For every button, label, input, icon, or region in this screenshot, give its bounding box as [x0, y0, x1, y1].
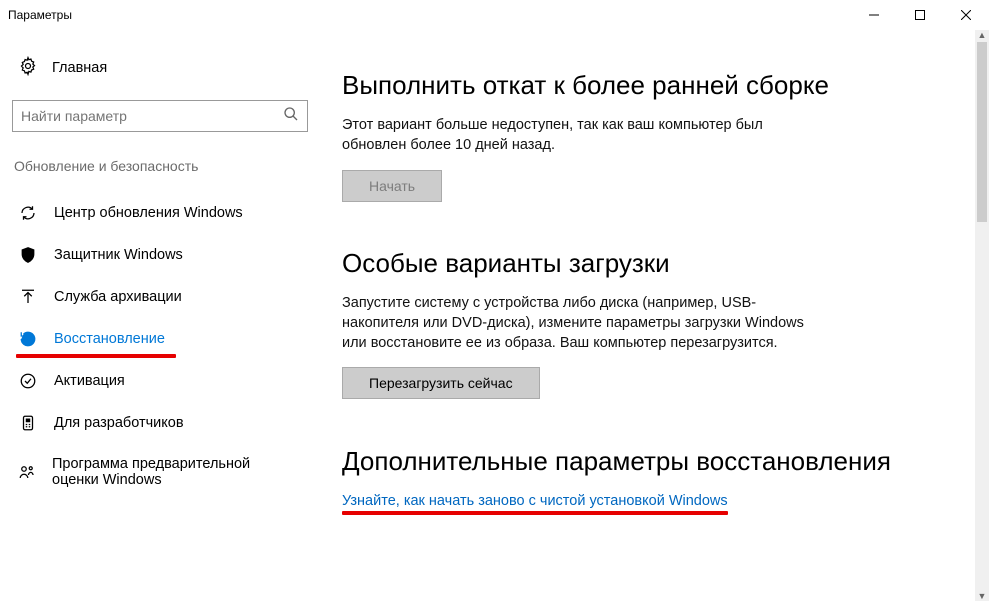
more-recovery-section: Дополнительные параметры восстановления …	[342, 445, 929, 510]
highlight-underline	[16, 354, 176, 358]
maximize-button[interactable]	[897, 0, 943, 30]
home-nav[interactable]: Главная	[12, 50, 306, 86]
refresh-icon	[18, 204, 38, 222]
sidebar-item-backup[interactable]: Служба архивации	[12, 276, 306, 318]
sidebar-item-label: Для разработчиков	[54, 415, 184, 431]
sidebar-item-insider[interactable]: Программа предварительной оценки Windows	[12, 444, 306, 500]
search-icon	[283, 106, 299, 127]
close-button[interactable]	[943, 0, 989, 30]
sidebar-item-label: Центр обновления Windows	[54, 205, 243, 221]
fresh-install-link[interactable]: Узнайте, как начать заново с чистой уста…	[342, 493, 728, 509]
sidebar-item-label: Защитник Windows	[54, 247, 183, 263]
shield-icon	[18, 246, 38, 264]
scroll-up-arrow[interactable]: ▲	[977, 30, 987, 40]
restart-now-button[interactable]: Перезагрузить сейчас	[342, 367, 540, 399]
section-desc: Запустите систему с устройства либо диск…	[342, 293, 822, 354]
advanced-startup-section: Особые варианты загрузки Запустите систе…	[342, 248, 929, 400]
window-titlebar: Параметры	[0, 0, 989, 30]
start-rollback-button: Начать	[342, 170, 442, 202]
backup-icon	[18, 288, 38, 306]
left-panel: Главная Обновление и безопасность Центр …	[0, 30, 318, 601]
home-label: Главная	[52, 60, 107, 76]
sidebar-item-label: Восстановление	[54, 331, 165, 347]
content-area: Главная Обновление и безопасность Центр …	[0, 30, 989, 601]
sidebar-item-recovery[interactable]: Восстановление	[12, 318, 306, 360]
history-icon	[18, 330, 38, 348]
section-desc: Этот вариант больше недоступен, так как …	[342, 115, 822, 156]
check-circle-icon	[18, 372, 38, 390]
sidebar-item-defender[interactable]: Защитник Windows	[12, 234, 306, 276]
main-panel: Выполнить откат к более ранней сборке Эт…	[318, 30, 989, 601]
search-input[interactable]	[21, 108, 283, 124]
sidebar-item-label: Активация	[54, 373, 125, 389]
section-title: Особые варианты загрузки	[342, 248, 929, 279]
scroll-thumb[interactable]	[977, 42, 987, 222]
sidebar-item-label: Служба архивации	[54, 289, 182, 305]
insider-icon	[18, 463, 36, 481]
section-title: Выполнить откат к более ранней сборке	[342, 70, 929, 101]
sidebar-item-activation[interactable]: Активация	[12, 360, 306, 402]
minimize-button[interactable]	[851, 0, 897, 30]
highlight-underline	[342, 511, 728, 515]
sidebar-item-update[interactable]: Центр обновления Windows	[12, 192, 306, 234]
gear-icon	[18, 56, 38, 80]
window-title: Параметры	[8, 8, 851, 22]
sidebar-item-developers[interactable]: Для разработчиков	[12, 402, 306, 444]
window-controls	[851, 0, 989, 30]
search-box[interactable]	[12, 100, 308, 132]
vertical-scrollbar[interactable]: ▲ ▼	[975, 30, 989, 601]
sidebar-item-label: Программа предварительной оценки Windows	[52, 456, 300, 488]
rollback-section: Выполнить откат к более ранней сборке Эт…	[342, 70, 929, 202]
dev-icon	[18, 414, 38, 432]
sidebar-nav: Центр обновления Windows Защитник Window…	[12, 192, 306, 500]
section-title: Дополнительные параметры восстановления	[342, 445, 929, 478]
category-label: Обновление и безопасность	[12, 158, 306, 174]
link-text: Узнайте, как начать заново с чистой уста…	[342, 493, 728, 509]
scroll-down-arrow[interactable]: ▼	[977, 591, 987, 601]
